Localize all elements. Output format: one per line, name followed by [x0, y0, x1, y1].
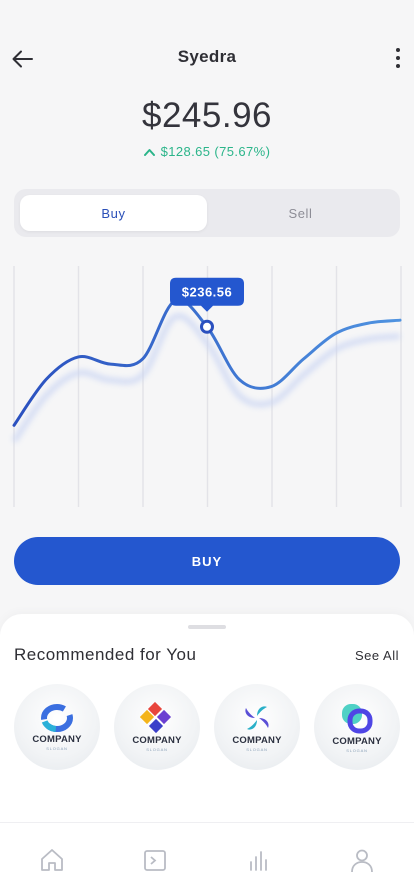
see-all-link[interactable]: See All [355, 648, 399, 663]
pinwheel-logo-icon [245, 706, 269, 730]
more-dot [396, 56, 400, 60]
nav-profile[interactable] [311, 823, 414, 896]
chart-point-highlight[interactable] [200, 319, 214, 334]
rings-logo-icon [342, 704, 373, 734]
recommendations-sheet: Recommended for You See All COMPANY SLOG… [0, 614, 414, 824]
sheet-handle[interactable] [188, 625, 226, 629]
bottom-nav [0, 822, 414, 896]
price-change-text: $128.65 (75.67%) [160, 144, 271, 159]
company-name: COMPANY [232, 735, 282, 746]
chevron-up-icon [143, 148, 155, 156]
more-dot [396, 48, 400, 52]
diamond-logo-icon [140, 702, 172, 734]
company-name: COMPANY [32, 734, 82, 745]
buy-button[interactable]: BUY [14, 537, 400, 585]
company-slogan: SLOGAN [246, 747, 268, 752]
company-name: COMPANY [332, 736, 382, 747]
nav-home[interactable] [0, 823, 104, 896]
recommendations-list: COMPANY SLOGAN COMPANY SLOGAN COMPANY SL… [14, 684, 400, 770]
company-slogan: SLOGAN [346, 748, 368, 753]
company-card[interactable]: COMPANY SLOGAN [314, 684, 400, 770]
wallet-icon [144, 850, 167, 871]
swirl-logo-icon [41, 704, 73, 732]
price-value: $245.96 [141, 96, 273, 135]
company-card[interactable]: COMPANY SLOGAN [114, 684, 200, 770]
company-slogan: SLOGAN [46, 746, 68, 751]
more-dot [396, 64, 400, 68]
page-title: Syedra [177, 47, 237, 66]
more-options-button[interactable] [388, 44, 408, 72]
price-change: $128.65 (75.67%) [0, 144, 414, 159]
profile-icon [351, 849, 374, 873]
tab-buy[interactable]: Buy [20, 195, 207, 231]
company-slogan: SLOGAN [146, 747, 168, 752]
company-card[interactable]: COMPANY SLOGAN [14, 684, 100, 770]
company-name: COMPANY [132, 735, 182, 746]
price-chart[interactable]: $236.56 [0, 262, 414, 512]
nav-wallet[interactable] [104, 823, 208, 896]
company-card[interactable]: COMPANY SLOGAN [214, 684, 300, 770]
buy-sell-toggle: Buy Sell [14, 189, 400, 237]
chart-tooltip-label: $236.56 [182, 284, 233, 299]
chart-icon [249, 851, 267, 871]
recommendations-title: Recommended for You [14, 645, 197, 664]
nav-stats[interactable] [207, 823, 311, 896]
home-icon [40, 849, 63, 871]
tab-sell[interactable]: Sell [207, 195, 394, 231]
